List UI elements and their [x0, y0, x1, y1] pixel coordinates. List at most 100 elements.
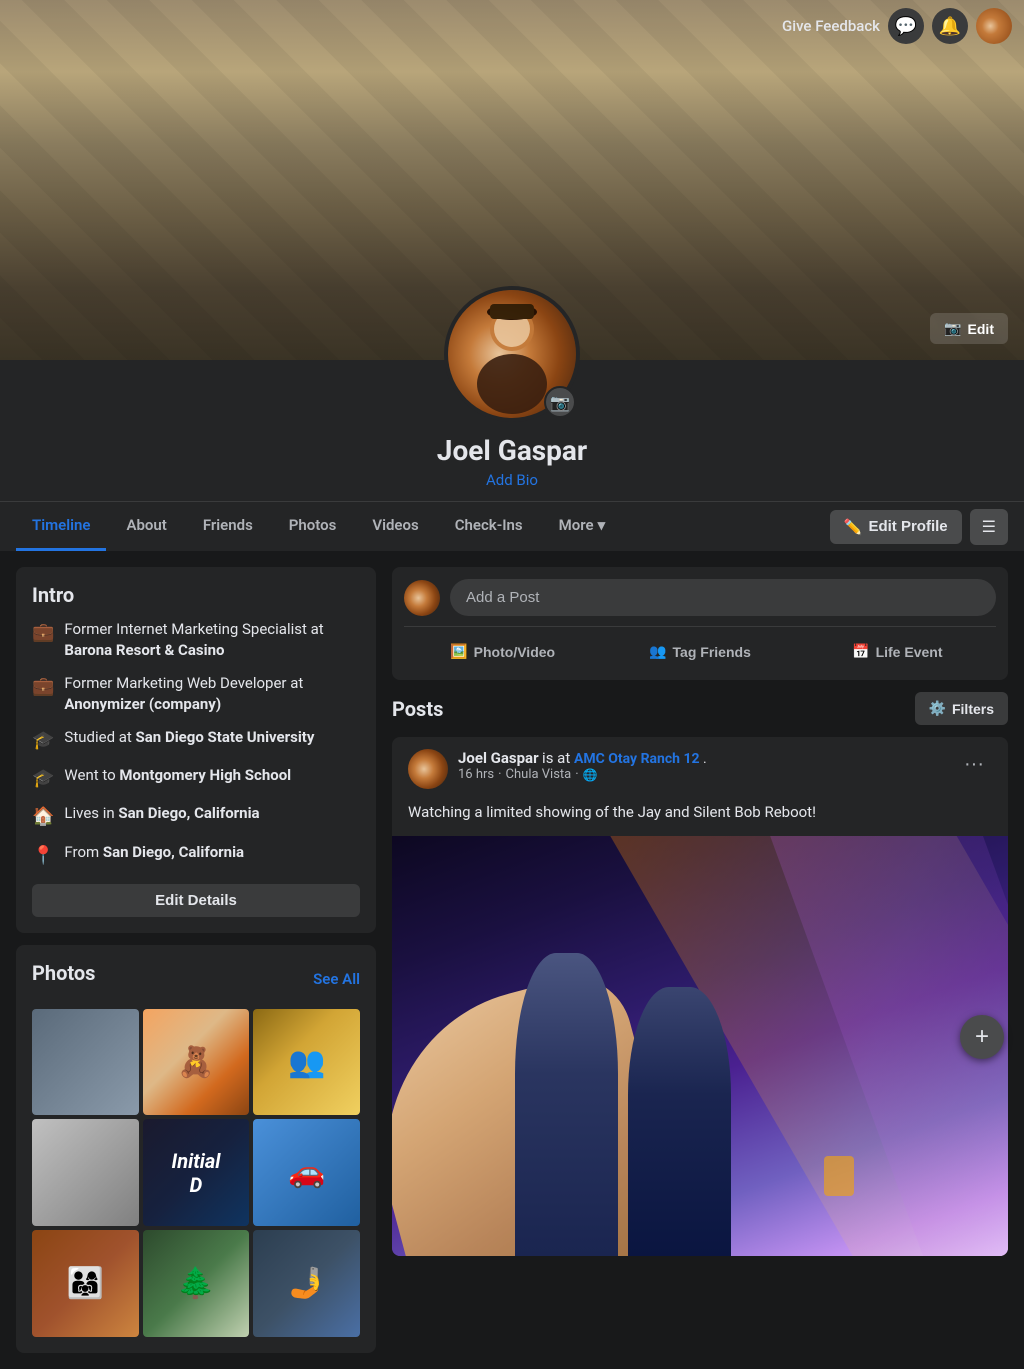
post-header: Joel Gaspar is at AMC Otay Ranch 12 . 16…: [392, 737, 1008, 801]
camera-icon: 📷: [944, 320, 961, 337]
profile-avatar-topbar[interactable]: [976, 8, 1012, 44]
movie-poster: [392, 836, 1008, 1256]
post-location-tag[interactable]: AMC Otay Ranch 12: [574, 751, 700, 767]
post-image: [392, 836, 1008, 1256]
life-event-label: Life Event: [876, 644, 943, 660]
photos-header: Photos See All: [32, 961, 360, 997]
tag-friends-label: Tag Friends: [673, 644, 751, 660]
briefcase-icon-2: 💼: [32, 674, 54, 699]
university-name: San Diego State University: [136, 728, 315, 746]
tab-friends[interactable]: Friends: [187, 502, 269, 551]
more-dots-icon: ···: [964, 753, 984, 775]
fab-button[interactable]: +: [960, 1015, 1004, 1059]
menu-icon: ☰: [982, 519, 996, 536]
tag-friends-icon: 👥: [649, 643, 666, 660]
graduation-icon-2: 🎓: [32, 766, 54, 791]
post-author-info: Joel Gaspar is at AMC Otay Ranch 12 . 16…: [458, 749, 946, 782]
post-location: Chula Vista: [506, 767, 572, 782]
is-at-text: is at: [542, 749, 574, 767]
post-text: Watching a limited showing of the Jay an…: [392, 801, 1008, 836]
posts-title: Posts: [392, 697, 443, 721]
photo-thumb-5[interactable]: InitialD: [143, 1119, 250, 1226]
briefcase-icon-1: 💼: [32, 620, 54, 645]
filters-icon: ⚙️: [929, 700, 946, 717]
post-avatar-small: [404, 580, 440, 616]
cover-edit-button[interactable]: 📷 Edit: [930, 313, 1008, 344]
tab-check-ins[interactable]: Check-Ins: [439, 502, 539, 551]
tab-more[interactable]: More ▾: [543, 502, 621, 551]
figures: [515, 920, 731, 1256]
job2-company: Anonymizer (company): [64, 695, 221, 713]
tab-videos[interactable]: Videos: [356, 502, 434, 551]
dot-separator: ·: [498, 767, 501, 782]
photo-video-label: Photo/Video: [474, 644, 555, 660]
home-icon: 🏠: [32, 804, 54, 829]
photo-thumb-3[interactable]: 👥: [253, 1009, 360, 1116]
photo-thumb-8[interactable]: 🌲: [143, 1230, 250, 1337]
filters-button[interactable]: ⚙️ Filters: [915, 692, 1008, 725]
tab-timeline[interactable]: Timeline: [16, 502, 106, 551]
intro-item-job1: 💼 Former Internet Marketing Specialist a…: [32, 619, 360, 661]
profile-section: 📷 Joel Gaspar Add Bio Timeline About Fri…: [0, 360, 1024, 551]
add-post-top: Add a Post: [404, 579, 996, 616]
menu-button[interactable]: ☰: [970, 509, 1008, 545]
notifications-icon-button[interactable]: 🔔: [932, 8, 968, 44]
hometown: San Diego, California: [103, 843, 244, 861]
profile-avatar-camera-button[interactable]: 📷: [544, 386, 576, 418]
post-author-avatar: [408, 749, 448, 789]
add-post-button[interactable]: Add a Post: [450, 579, 996, 616]
edit-details-button[interactable]: Edit Details: [32, 884, 360, 917]
photos-see-all-button[interactable]: See All: [313, 970, 360, 988]
highschool-name: Montgomery High School: [119, 766, 291, 784]
life-event-button[interactable]: 📅 Life Event: [799, 635, 996, 668]
globe-icon: 🌐: [583, 768, 598, 782]
profile-avatar-wrap: 📷: [444, 286, 580, 422]
right-column: Add a Post 🖼️ Photo/Video 👥 Tag Friends …: [392, 567, 1008, 1256]
photo-thumb-1[interactable]: [32, 1009, 139, 1116]
photos-title: Photos: [32, 961, 95, 985]
edit-profile-icon: ✏️: [844, 518, 863, 536]
messenger-icon-button[interactable]: 💬: [888, 8, 924, 44]
post-actions: 🖼️ Photo/Video 👥 Tag Friends 📅 Life Even…: [404, 626, 996, 668]
photos-grid: 🧸 👥 InitialD 🚗 👨‍👩‍👧 🌲: [32, 1009, 360, 1337]
photo-thumb-9[interactable]: 🤳: [253, 1230, 360, 1337]
intro-item-job2: 💼 Former Marketing Web Developer at Anon…: [32, 673, 360, 715]
job1-company: Barona Resort & Casino: [64, 641, 224, 659]
add-post-card: Add a Post 🖼️ Photo/Video 👥 Tag Friends …: [392, 567, 1008, 680]
post-time: 16 hrs: [458, 767, 494, 782]
tab-about[interactable]: About: [110, 502, 182, 551]
main-content: Intro 💼 Former Internet Marketing Specia…: [0, 551, 1024, 1369]
intro-item-highschool: 🎓 Went to Montgomery High School: [32, 765, 360, 791]
profile-name: Joel Gaspar: [437, 434, 587, 467]
bell-icon: 🔔: [939, 16, 961, 37]
post-author-name[interactable]: Joel Gaspar: [458, 749, 539, 767]
messenger-icon: 💬: [895, 16, 917, 37]
profile-nav: Timeline About Friends Photos Videos Che…: [0, 501, 1024, 551]
more-label: More: [559, 516, 594, 534]
add-bio-button[interactable]: Add Bio: [486, 471, 538, 489]
topbar: Give Feedback 💬 🔔: [770, 0, 1024, 52]
tab-photos[interactable]: Photos: [273, 502, 353, 551]
figure-1: [515, 953, 618, 1255]
post-more-button[interactable]: ···: [956, 749, 992, 780]
posts-header: Posts ⚙️ Filters: [392, 692, 1008, 725]
camera-small-icon: 📷: [550, 393, 570, 412]
location-icon: 📍: [32, 843, 54, 868]
intro-item-from: 📍 From San Diego, California: [32, 842, 360, 868]
give-feedback-button[interactable]: Give Feedback: [782, 17, 880, 35]
nav-actions: ✏️ Edit Profile ☰: [830, 509, 1008, 545]
tag-friends-button[interactable]: 👥 Tag Friends: [601, 635, 798, 668]
current-city: San Diego, California: [118, 804, 259, 822]
dot-separator-2: ·: [575, 767, 578, 782]
intro-title: Intro: [32, 583, 360, 607]
photo-thumb-6[interactable]: 🚗: [253, 1119, 360, 1226]
edit-profile-label: Edit Profile: [868, 518, 947, 535]
photo-video-button[interactable]: 🖼️ Photo/Video: [404, 635, 601, 668]
post-meta: 16 hrs · Chula Vista · 🌐: [458, 767, 946, 782]
edit-profile-button[interactable]: ✏️ Edit Profile: [830, 510, 962, 544]
photo-thumb-4[interactable]: [32, 1119, 139, 1226]
photo-thumb-2[interactable]: 🧸: [143, 1009, 250, 1116]
intro-item-lives: 🏠 Lives in San Diego, California: [32, 803, 360, 829]
chevron-down-icon: ▾: [598, 516, 606, 534]
photo-thumb-7[interactable]: 👨‍👩‍👧: [32, 1230, 139, 1337]
